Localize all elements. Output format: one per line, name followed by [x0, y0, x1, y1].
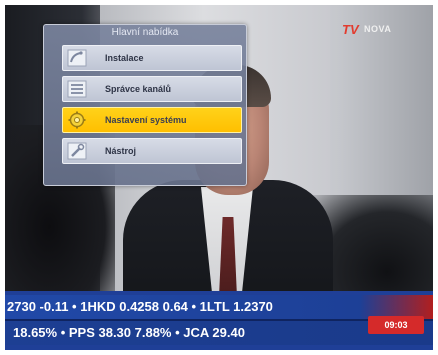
menu-item-label: Nástroj [105, 146, 137, 156]
channel-logo-prefix: TV [342, 22, 359, 37]
menu-item-tools[interactable]: Nástroj [62, 138, 242, 164]
menu-title: Hlavní nabídka [111, 27, 179, 38]
menu-item-system-settings[interactable]: Nastavení systému [62, 107, 242, 133]
menu-item-label: Instalace [105, 53, 144, 63]
menu-item-channel-manager[interactable]: Správce kanálů [62, 76, 242, 102]
satellite-dish-icon [67, 49, 87, 67]
channel-list-icon [67, 80, 87, 98]
channel-logo: TV NOVA [342, 22, 420, 40]
menu-item-label: Nastavení systému [105, 115, 187, 125]
clock-badge: 09:03 [368, 316, 424, 334]
main-menu: Hlavní nabídka Instalace Správce kanálů … [43, 24, 247, 186]
tools-icon [67, 142, 87, 160]
channel-logo-name: NOVA [364, 24, 392, 34]
menu-item-label: Správce kanálů [105, 84, 172, 94]
ticker-text-bottom: 18.65% • PPS 38.30 7.88% • JCA 29.40 [13, 325, 245, 340]
ticker-text-top: 2730 -0.11 • 1HKD 0.4258 0.64 • 1LTL 1.2… [7, 299, 273, 314]
menu-item-installation[interactable]: Instalace [62, 45, 242, 71]
gear-icon [67, 111, 87, 129]
tv-screen: TV NOVA Hlavní nabídka Instalace Správce… [5, 5, 433, 350]
